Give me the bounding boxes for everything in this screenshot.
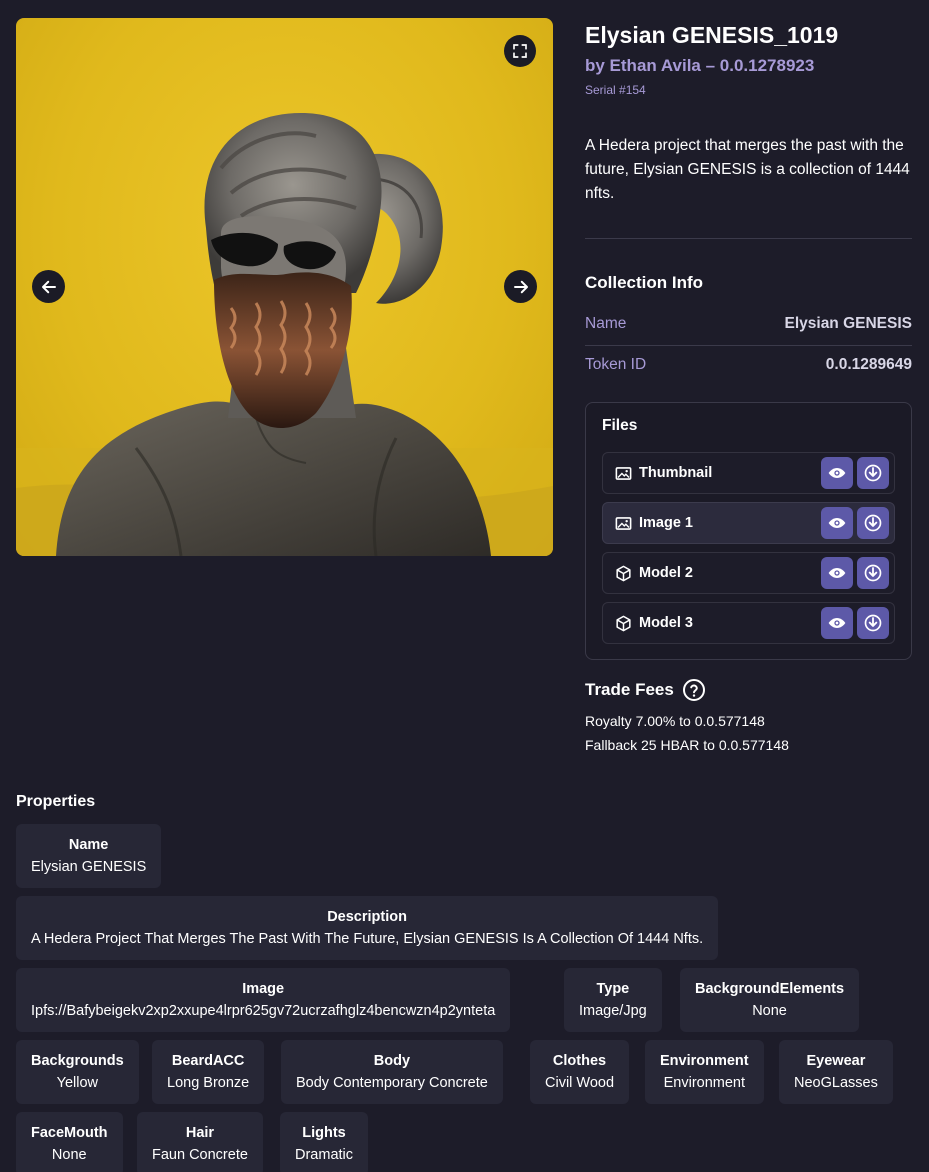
serial-number: Serial #154: [585, 83, 646, 97]
info-key: Name: [585, 315, 627, 332]
download-file-button[interactable]: [857, 607, 889, 639]
property-key: Hair: [185, 1125, 215, 1141]
fullscreen-button[interactable]: [504, 35, 536, 67]
eye-icon: [828, 618, 846, 628]
property-key: BackgroundElements: [695, 981, 845, 997]
image-icon: [613, 463, 633, 483]
property-key: Lights: [302, 1125, 346, 1141]
nft-title: Elysian GENESIS_1019: [585, 22, 839, 48]
property-lights: Lights Dramatic: [280, 1112, 369, 1172]
property-key: Description: [327, 909, 407, 925]
property-key: Environment: [660, 1053, 749, 1069]
token-id-row: Token ID 0.0.1289649: [585, 345, 912, 385]
info-value: 0.0.1289649: [825, 356, 912, 373]
property-key: Backgrounds: [31, 1053, 124, 1069]
download-file-button[interactable]: [857, 457, 889, 489]
nft-description: A Hedera project that merges the past wi…: [585, 137, 910, 202]
eye-icon: [828, 568, 846, 578]
property-key: Body: [373, 1053, 411, 1069]
trade-fees-title: Trade Fees: [585, 678, 706, 702]
cube-icon: [613, 563, 633, 583]
next-image-button[interactable]: [504, 270, 537, 303]
creator-link[interactable]: by Ethan Avila – 0.0.1278923: [585, 56, 814, 76]
arrow-right-icon: [513, 280, 528, 293]
eye-icon: [828, 468, 846, 478]
property-description: Description A Hedera Project That Merges…: [16, 896, 719, 960]
download-icon: [864, 614, 882, 632]
property-value: None: [752, 1003, 787, 1019]
property-key: Clothes: [552, 1053, 607, 1069]
property-clothes: Clothes Civil Wood: [530, 1040, 630, 1104]
file-row-thumbnail[interactable]: Thumbnail: [602, 452, 895, 494]
property-environment: Environment Environment: [645, 1040, 764, 1104]
file-name: Thumbnail: [639, 465, 713, 481]
file-row-image-1[interactable]: Image 1: [602, 502, 895, 544]
property-key: Type: [596, 981, 630, 997]
eye-icon: [828, 518, 846, 528]
property-key: FaceMouth: [31, 1125, 108, 1141]
collection-info-title: Collection Info: [585, 273, 704, 292]
help-icon[interactable]: [682, 678, 706, 702]
property-value: Ipfs://Bafybeigekv2xp2xxupe4lrpr625gv72u…: [31, 1003, 496, 1019]
info-key: Token ID: [585, 356, 647, 373]
property-background-elements: BackgroundElements None: [680, 968, 860, 1032]
view-file-button[interactable]: [821, 457, 853, 489]
property-value: Dramatic: [295, 1147, 354, 1163]
property-value: Yellow: [56, 1075, 99, 1091]
file-row-model-3[interactable]: Model 3: [602, 602, 895, 644]
properties-title: Properties: [16, 793, 96, 810]
property-key: BeardACC: [171, 1053, 245, 1069]
property-key: Eyewear: [806, 1053, 866, 1069]
view-file-button[interactable]: [821, 507, 853, 539]
files-panel: Files Thumbnail Image 1 Model 2 Model 3: [585, 402, 912, 660]
property-face-mouth: FaceMouth None: [16, 1112, 123, 1172]
trade-fees-label: Trade Fees: [585, 680, 674, 699]
file-name: Model 2: [639, 565, 693, 581]
property-key: Name: [68, 837, 109, 853]
property-image: Image Ipfs://Bafybeigekv2xp2xxupe4lrpr62…: [16, 968, 511, 1032]
file-row-model-2[interactable]: Model 2: [602, 552, 895, 594]
fullscreen-icon: [513, 44, 527, 58]
property-value: Elysian GENESIS: [31, 859, 147, 875]
property-eyewear: Eyewear NeoGLasses: [779, 1040, 893, 1104]
download-icon: [864, 514, 882, 532]
property-hair: Hair Faun Concrete: [137, 1112, 263, 1172]
nft-artwork-image: [16, 113, 553, 556]
file-name: Model 3: [639, 615, 693, 631]
property-beard-acc: BeardACC Long Bronze: [152, 1040, 265, 1104]
collection-name-row: Name Elysian GENESIS: [585, 304, 912, 344]
fallback-fee: Fallback 25 HBAR to 0.0.577148: [585, 737, 789, 753]
info-value: Elysian GENESIS: [784, 315, 913, 332]
view-file-button[interactable]: [821, 607, 853, 639]
download-file-button[interactable]: [857, 507, 889, 539]
property-value: Civil Wood: [545, 1075, 615, 1091]
property-value: A Hedera Project That Merges The Past Wi…: [31, 931, 704, 947]
image-icon: [613, 513, 633, 533]
download-file-button[interactable]: [857, 557, 889, 589]
property-value: Body Contemporary Concrete: [296, 1075, 488, 1091]
property-value: Image/Jpg: [579, 1003, 647, 1019]
download-icon: [864, 564, 882, 582]
property-backgrounds: Backgrounds Yellow: [16, 1040, 139, 1104]
property-value: NeoGLasses: [794, 1075, 878, 1091]
divider: [585, 238, 912, 239]
royalty-fee: Royalty 7.00% to 0.0.577148: [585, 713, 765, 729]
property-body: Body Body Contemporary Concrete: [281, 1040, 503, 1104]
property-value: Environment: [663, 1075, 746, 1091]
property-type: Type Image/Jpg: [564, 968, 662, 1032]
property-key: Image: [242, 981, 285, 997]
property-name: Name Elysian GENESIS: [16, 824, 162, 888]
property-value: None: [51, 1147, 87, 1163]
cube-icon: [613, 613, 633, 633]
file-name: Image 1: [639, 515, 693, 531]
view-file-button[interactable]: [821, 557, 853, 589]
property-value: Faun Concrete: [152, 1147, 248, 1163]
files-title: Files: [602, 417, 638, 434]
arrow-left-icon: [41, 280, 56, 293]
nft-media-viewer: [16, 18, 553, 556]
previous-image-button[interactable]: [32, 270, 65, 303]
property-value: Long Bronze: [167, 1075, 250, 1091]
download-icon: [864, 464, 882, 482]
